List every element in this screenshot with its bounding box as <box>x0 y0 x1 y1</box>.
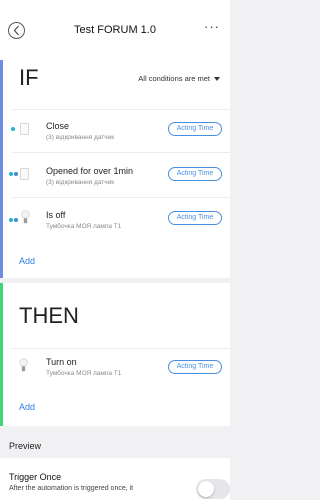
trigger-once-title: Trigger Once <box>9 472 62 482</box>
status-dot-icon <box>9 218 13 222</box>
status-dot-icon <box>9 172 13 176</box>
status-dot-icon <box>14 218 18 222</box>
then-section: THEN Turn on Тумбочка МОЯ лампа T1 Actin… <box>0 283 230 426</box>
condition-mode-select[interactable]: All conditions are met <box>138 74 220 83</box>
door-sensor-icon <box>20 168 29 180</box>
condition-row[interactable]: Opened for over 1min (3) відкривання дат… <box>0 154 230 194</box>
bulb-icon <box>19 358 28 372</box>
acting-time-button[interactable]: Acting Time <box>168 122 222 136</box>
if-heading: IF <box>19 65 39 90</box>
then-heading: THEN <box>19 303 79 328</box>
action-row[interactable]: Turn on Тумбочка МОЯ лампа T1 Acting Tim… <box>0 350 230 390</box>
condition-row[interactable]: Is off Тумбочка МОЯ лампа T1 Acting Time <box>0 199 230 239</box>
if-section: IF All conditions are met Close (3) відк… <box>0 60 230 278</box>
toggle-knob <box>198 481 214 497</box>
trigger-once-toggle[interactable] <box>196 479 230 499</box>
status-dot-icon <box>11 127 15 131</box>
more-options-button[interactable]: ··· <box>204 20 220 33</box>
action-device: Тумбочка МОЯ лампа T1 <box>46 370 122 377</box>
divider <box>12 348 230 349</box>
divider <box>12 197 230 198</box>
acting-time-button[interactable]: Acting Time <box>168 360 222 374</box>
preview-heading: Preview <box>9 441 42 451</box>
caret-down-icon <box>214 77 220 82</box>
add-condition-button[interactable]: Add <box>19 256 35 266</box>
condition-mode-label: All conditions are met <box>138 74 210 83</box>
trigger-once-description: After the automation is triggered once, … <box>9 485 134 492</box>
condition-title: Is off <box>46 210 66 220</box>
action-title: Turn on <box>46 357 77 367</box>
trigger-once-setting: Trigger Once After the automation is tri… <box>0 458 230 500</box>
condition-row[interactable]: Close (3) відкривання датчик Acting Time <box>0 110 230 150</box>
bulb-icon <box>21 210 30 224</box>
condition-title: Opened for over 1min <box>46 166 134 176</box>
add-action-button[interactable]: Add <box>19 402 35 412</box>
top-bar: Test FORUM 1.0 ··· <box>0 0 230 60</box>
condition-device: Тумбочка МОЯ лампа T1 <box>46 223 122 230</box>
acting-time-button[interactable]: Acting Time <box>168 167 222 181</box>
door-sensor-icon <box>20 123 29 135</box>
divider <box>12 152 230 153</box>
condition-device: (3) відкривання датчик <box>46 179 115 186</box>
status-dot-icon <box>14 172 18 176</box>
condition-device: (3) відкривання датчик <box>46 134 115 141</box>
page-title: Test FORUM 1.0 <box>74 24 156 36</box>
condition-title: Close <box>46 121 70 131</box>
acting-time-button[interactable]: Acting Time <box>168 211 222 225</box>
